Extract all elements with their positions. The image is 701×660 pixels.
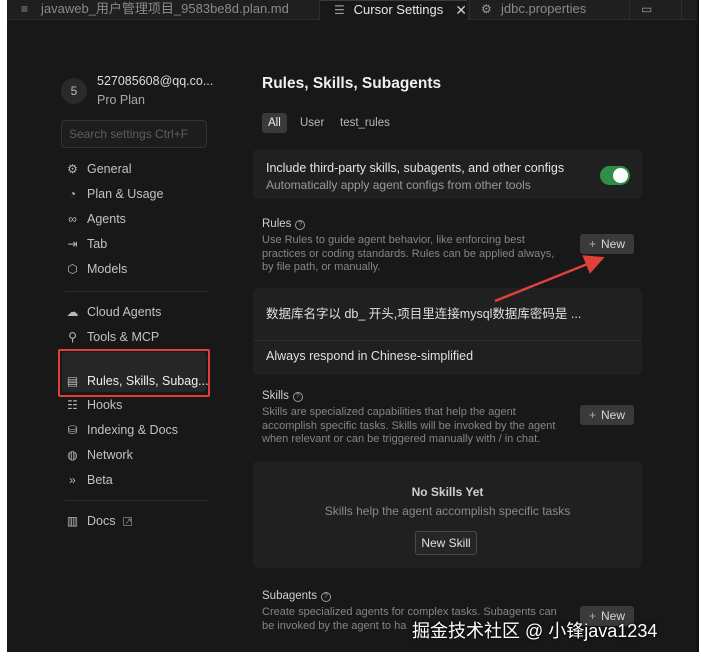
filter-user[interactable]: User bbox=[294, 113, 330, 133]
tab-separator bbox=[681, 0, 682, 20]
new-skill-button-top[interactable]: + New bbox=[580, 405, 634, 425]
sidebar-item-label: Docs bbox=[87, 514, 116, 528]
sidebar-item-label: Agents bbox=[87, 212, 126, 226]
file-icon: ≡ bbox=[21, 2, 29, 16]
sidebar-divider bbox=[65, 291, 208, 292]
tab-cursor-settings[interactable]: ☰ Cursor Settings ✕ bbox=[320, 0, 467, 20]
rule-divider bbox=[253, 340, 642, 341]
plus-icon: + bbox=[588, 408, 596, 422]
avatar[interactable]: 5 bbox=[61, 78, 87, 104]
settings-window: ≡ javaweb_用户管理项目_9583be8d.plan.md ☰ Curs… bbox=[7, 0, 699, 652]
account-plan: Pro Plan bbox=[97, 93, 145, 107]
sidebar-item-label: General bbox=[87, 162, 132, 176]
nodes-icon: ⚲ bbox=[68, 330, 77, 344]
settings-main: Rules, Skills, Subagents All User test_r… bbox=[233, 20, 699, 652]
plus-icon: + bbox=[588, 237, 596, 251]
rules-label-text: Rules bbox=[262, 218, 292, 230]
tab-label: jdbc.properties bbox=[501, 1, 587, 16]
toggle-knob bbox=[613, 168, 628, 183]
sidebar-item-label: Tools & MCP bbox=[87, 330, 160, 344]
external-link-icon: ↗ bbox=[123, 515, 133, 526]
sidebar-item-beta[interactable]: » Beta bbox=[65, 469, 113, 491]
hooks-icon: ☷ bbox=[67, 398, 78, 412]
sidebar-item-indexing-docs[interactable]: ⛁ Indexing & Docs bbox=[65, 419, 178, 441]
search-input[interactable]: Search settings Ctrl+F bbox=[61, 120, 207, 148]
tab-arrow-icon: ⇥ bbox=[67, 237, 78, 251]
third-party-toggle[interactable] bbox=[600, 166, 630, 185]
rules-label: Rules? bbox=[262, 218, 306, 230]
sidebar-item-tools-mcp[interactable]: ⚲ Tools & MCP bbox=[65, 326, 159, 348]
tab-label: javaweb_用户管理项目_9583be8d.plan.md bbox=[41, 1, 289, 16]
rule-item[interactable]: Always respond in Chinese-simplified bbox=[266, 349, 473, 363]
sidebar-item-tab[interactable]: ⇥ Tab bbox=[65, 233, 107, 255]
sidebar-item-label: Beta bbox=[87, 473, 113, 487]
third-party-desc: Automatically apply agent configs from o… bbox=[266, 178, 531, 192]
sidebar-item-plan-usage[interactable]: ◔ Plan & Usage bbox=[65, 183, 164, 205]
account-email: 527085608@qq.co... bbox=[97, 74, 214, 88]
tab-plan-md[interactable]: ≡ javaweb_用户管理项目_9583be8d.plan.md bbox=[21, 0, 317, 20]
sidebar-item-docs[interactable]: ▥ Docs ↗ bbox=[65, 510, 133, 532]
sidebar-item-label: Hooks bbox=[87, 398, 123, 412]
rules-list: 数据库名字以 db_ 开头,项目里连接mysql数据库密码是 ... Alway… bbox=[253, 288, 642, 375]
settings-icon: ☰ bbox=[334, 3, 345, 17]
subagents-label: Subagents? bbox=[262, 590, 331, 602]
skills-label-text: Skills bbox=[262, 390, 289, 402]
empty-title: No Skills Yet bbox=[411, 485, 484, 499]
new-skill-top-label: New bbox=[601, 408, 626, 422]
sidebar-item-label: Cloud Agents bbox=[87, 305, 162, 319]
gear-icon: ⚙ bbox=[67, 162, 78, 176]
split-editor-icon: ▭ bbox=[641, 2, 653, 16]
sidebar-item-general[interactable]: ⚙ General bbox=[65, 158, 131, 180]
skills-empty-card: No Skills Yet Skills help the agent acco… bbox=[253, 461, 642, 568]
book-icon: ▥ bbox=[66, 514, 79, 528]
globe-icon: ◍ bbox=[67, 448, 78, 462]
cube-icon: ⬡ bbox=[67, 262, 78, 276]
new-rule-label: New bbox=[601, 237, 626, 251]
rule-item[interactable]: 数据库名字以 db_ 开头,项目里连接mysql数据库密码是 ... bbox=[266, 303, 581, 322]
third-party-card: Include third-party skills, subagents, a… bbox=[253, 149, 642, 199]
split-editor-button[interactable]: ▭ bbox=[641, 0, 681, 20]
sidebar-item-label: Tab bbox=[87, 237, 108, 251]
sidebar-item-models[interactable]: ⬡ Models bbox=[65, 258, 127, 280]
page-title: Rules, Skills, Subagents bbox=[262, 75, 442, 92]
database-icon: ⛁ bbox=[67, 423, 78, 437]
sidebar-item-label: Indexing & Docs bbox=[87, 423, 179, 437]
help-icon[interactable]: ? bbox=[292, 392, 303, 402]
rules-desc: Use Rules to guide agent behavior, like … bbox=[262, 234, 555, 273]
sidebar-divider bbox=[65, 500, 208, 501]
filter-test-rules[interactable]: test_rules bbox=[334, 113, 396, 133]
new-rule-button[interactable]: + New bbox=[580, 234, 634, 254]
editor-tab-bar: ≡ javaweb_用户管理项目_9583be8d.plan.md ☰ Curs… bbox=[7, 0, 699, 20]
settings-sidebar: 5 527085608@qq.co... Pro Plan Search set… bbox=[7, 20, 217, 652]
empty-desc: Skills help the agent accomplish specifi… bbox=[324, 504, 571, 518]
close-icon[interactable]: ✕ bbox=[455, 1, 467, 19]
skills-desc: Skills are specialized capabilities that… bbox=[262, 406, 556, 445]
help-icon[interactable]: ? bbox=[321, 592, 331, 602]
highlight-annotation bbox=[58, 349, 210, 397]
new-skill-button[interactable]: New Skill bbox=[415, 531, 477, 555]
window-edge bbox=[697, 0, 699, 652]
cloud-icon: ☁ bbox=[66, 305, 79, 319]
tab-jdbc-properties[interactable]: ⚙ jdbc.properties bbox=[481, 0, 621, 20]
tab-separator bbox=[469, 0, 470, 20]
tab-label: Cursor Settings bbox=[353, 2, 444, 17]
third-party-title: Include third-party skills, subagents, a… bbox=[266, 161, 565, 175]
subagents-label-text: Subagents bbox=[262, 590, 317, 602]
sidebar-item-hooks[interactable]: ☷ Hooks bbox=[65, 394, 122, 416]
sidebar-item-label: Network bbox=[87, 448, 133, 462]
gauge-icon: ◔ bbox=[68, 187, 77, 201]
gear-icon: ⚙ bbox=[481, 2, 492, 16]
help-icon[interactable]: ? bbox=[295, 220, 306, 230]
infinity-icon: ∞ bbox=[68, 212, 77, 226]
sidebar-item-agents[interactable]: ∞ Agents bbox=[65, 208, 126, 230]
sidebar-item-label: Models bbox=[87, 262, 128, 276]
sidebar-item-network[interactable]: ◍ Network bbox=[65, 444, 133, 466]
sidebar-item-label: Plan & Usage bbox=[87, 187, 164, 201]
double-chevron-icon: » bbox=[69, 473, 76, 487]
sidebar-item-cloud-agents[interactable]: ☁ Cloud Agents bbox=[65, 301, 162, 323]
tab-separator bbox=[629, 0, 630, 20]
filter-all[interactable]: All bbox=[262, 113, 287, 133]
skills-label: Skills? bbox=[262, 390, 303, 402]
watermark: 掘金技术社区 @ 小锋java1234 bbox=[412, 621, 658, 641]
